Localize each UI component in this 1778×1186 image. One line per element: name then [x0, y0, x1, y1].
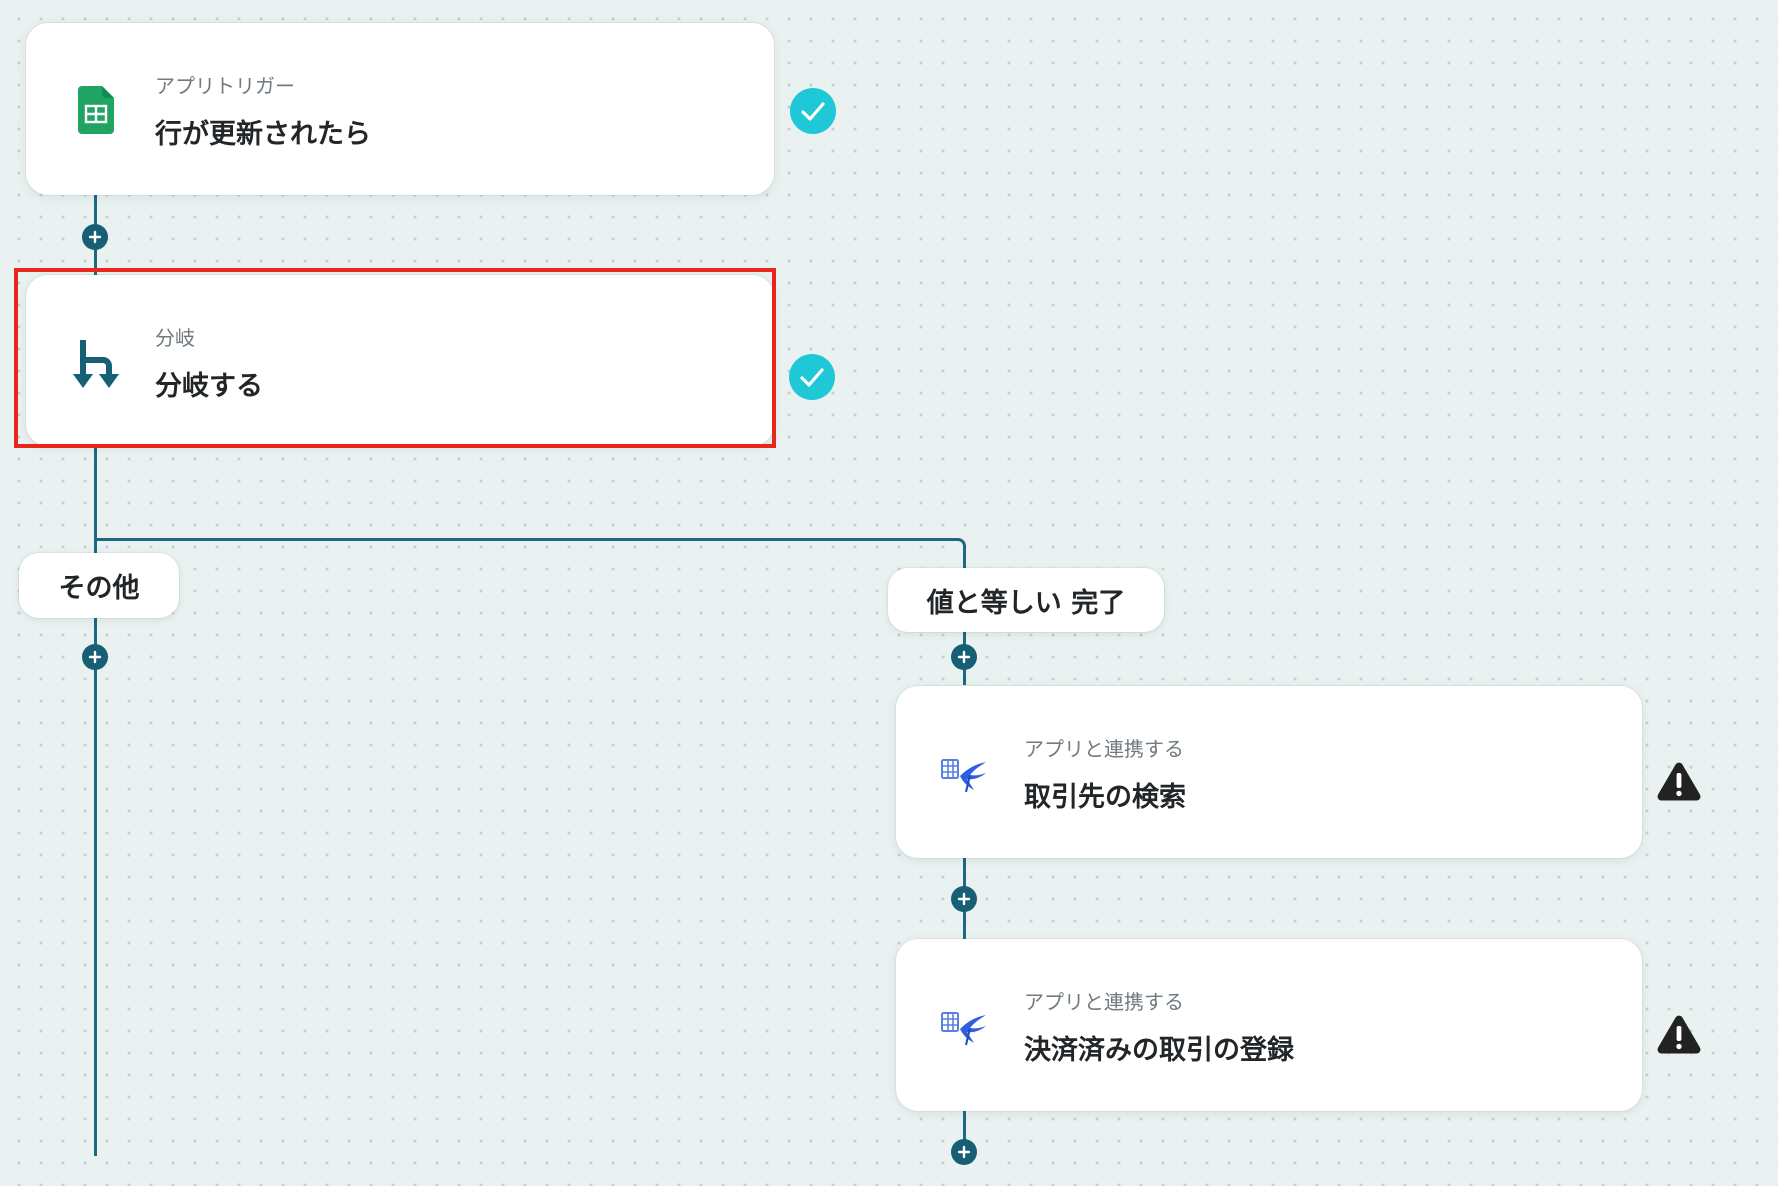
flow-node-trigger[interactable]: アプリトリガー 行が更新されたら	[26, 23, 774, 195]
add-step-button[interactable]	[82, 224, 108, 250]
node-title: 行が更新されたら	[155, 119, 371, 150]
freee-accounting-icon	[940, 754, 988, 798]
plus-icon	[88, 230, 102, 244]
node-title: 取引先の検索	[1024, 782, 1186, 813]
freee-accounting-icon	[940, 1007, 988, 1051]
node-title: 決済済みの取引の登録	[1024, 1035, 1294, 1066]
node-subtitle: アプリトリガー	[155, 74, 295, 98]
flow-node-register-deal[interactable]: アプリと連携する 決済済みの取引の登録	[896, 939, 1642, 1111]
check-icon	[789, 87, 837, 135]
warning-icon	[1655, 1011, 1703, 1059]
plus-icon	[88, 650, 102, 664]
check-icon	[788, 353, 836, 401]
branch-label-other[interactable]: その他	[19, 553, 179, 618]
plus-icon	[957, 1145, 971, 1159]
branch-label-condition[interactable]: 値と等しい 完了	[888, 568, 1164, 632]
add-step-button[interactable]	[951, 644, 977, 670]
google-sheets-icon	[78, 86, 114, 134]
add-step-button[interactable]	[82, 644, 108, 670]
add-step-button[interactable]	[951, 1139, 977, 1165]
connector-line	[94, 538, 954, 541]
selection-highlight	[14, 268, 776, 448]
node-subtitle: アプリと連携する	[1024, 990, 1184, 1014]
plus-icon	[957, 892, 971, 906]
add-step-button[interactable]	[951, 886, 977, 912]
flow-node-search-partner[interactable]: アプリと連携する 取引先の検索	[896, 686, 1642, 858]
warning-icon	[1655, 758, 1703, 806]
plus-icon	[957, 650, 971, 664]
node-subtitle: アプリと連携する	[1024, 737, 1184, 761]
